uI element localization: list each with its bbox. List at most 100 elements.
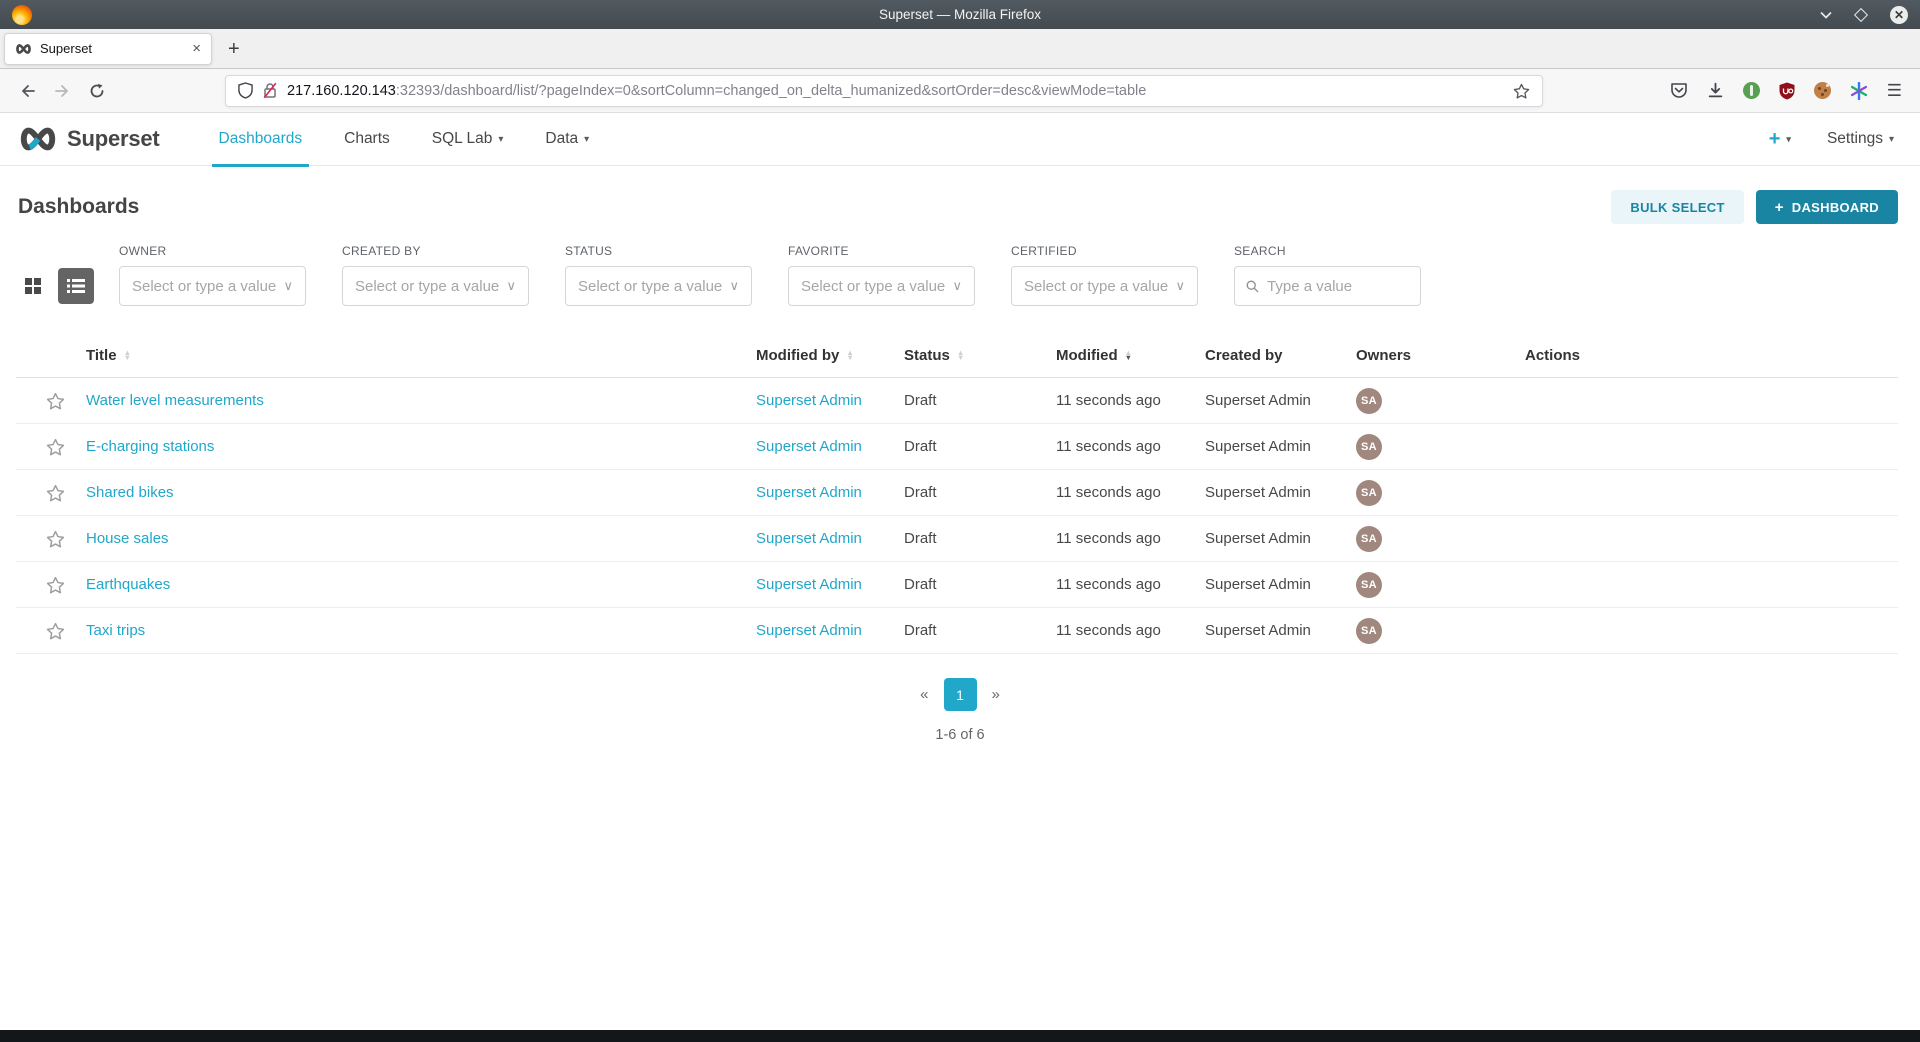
sort-icon: ▲▼ xyxy=(124,351,131,360)
chevron-down-icon: ∨ xyxy=(506,278,516,294)
page-1-button[interactable]: 1 xyxy=(944,678,977,711)
forward-button-icon[interactable] xyxy=(47,76,77,106)
owner-avatar[interactable]: SA xyxy=(1356,388,1382,414)
colorful-asterisk-extension-icon[interactable] xyxy=(1850,82,1868,100)
window-titlebar: Superset — Mozilla Firefox ✕ xyxy=(0,0,1920,29)
favorite-star-icon[interactable] xyxy=(46,576,65,594)
table-row: Water level measurements Superset Admin … xyxy=(16,378,1898,424)
modified-text: 11 seconds ago xyxy=(1050,438,1199,455)
back-button-icon[interactable] xyxy=(12,76,42,106)
dashboard-title-link[interactable]: Water level measurements xyxy=(86,392,264,409)
bulk-select-button[interactable]: BULK SELECT xyxy=(1611,190,1743,224)
pocket-icon[interactable] xyxy=(1670,82,1688,99)
chevron-down-icon: ∨ xyxy=(729,278,739,294)
owner-avatar[interactable]: SA xyxy=(1356,434,1382,460)
status-text: Draft xyxy=(898,622,1050,639)
dashboard-title-link[interactable]: Shared bikes xyxy=(86,484,174,501)
modified-by-link[interactable]: Superset Admin xyxy=(756,530,862,547)
modified-text: 11 seconds ago xyxy=(1050,622,1199,639)
cookie-extension-icon[interactable] xyxy=(1814,82,1831,99)
settings-menu-button[interactable]: Settings ▾ xyxy=(1827,130,1894,148)
prev-page-button[interactable]: « xyxy=(920,686,928,703)
reload-button-icon[interactable] xyxy=(82,76,112,106)
nav-item-charts[interactable]: Charts xyxy=(323,113,411,166)
dashboard-title-link[interactable]: House sales xyxy=(86,530,169,547)
status-text: Draft xyxy=(898,576,1050,593)
card-view-toggle[interactable] xyxy=(18,271,48,301)
dashboard-title-link[interactable]: Earthquakes xyxy=(86,576,170,593)
window-minimize-icon[interactable] xyxy=(1820,11,1832,19)
downloads-icon[interactable] xyxy=(1707,82,1724,99)
url-text: 217.160.120.143:32393/dashboard/list/?pa… xyxy=(287,83,1146,99)
created-by-text: Superset Admin xyxy=(1199,530,1350,547)
search-input[interactable] xyxy=(1267,278,1409,295)
grid-icon xyxy=(25,278,41,294)
nav-item-sql-lab[interactable]: SQL Lab ▾ xyxy=(411,113,525,166)
modified-by-link[interactable]: Superset Admin xyxy=(756,576,862,593)
caret-down-icon: ▾ xyxy=(1786,134,1791,145)
favorite-star-icon[interactable] xyxy=(46,530,65,548)
superset-navbar: Superset Dashboards Charts SQL Lab ▾ Dat… xyxy=(0,113,1920,166)
list-view-toggle[interactable] xyxy=(58,268,94,304)
created-by-text: Superset Admin xyxy=(1199,576,1350,593)
ublock-origin-icon[interactable] xyxy=(1779,82,1795,100)
modified-by-link[interactable]: Superset Admin xyxy=(756,622,862,639)
brand-name: Superset xyxy=(67,126,160,152)
modified-by-link[interactable]: Superset Admin xyxy=(756,484,862,501)
new-tab-button[interactable]: + xyxy=(228,39,240,59)
chevron-down-icon: ∨ xyxy=(283,278,293,294)
column-header-modified-by[interactable]: Modified by ▲▼ xyxy=(750,347,898,364)
window-close-icon[interactable]: ✕ xyxy=(1890,6,1908,24)
owner-filter-select[interactable]: Select or type a value ∨ xyxy=(119,266,306,306)
pagination: « 1 » xyxy=(920,678,1000,711)
insecure-lock-icon[interactable] xyxy=(263,82,277,99)
window-title: Superset — Mozilla Firefox xyxy=(0,7,1920,22)
modified-by-link[interactable]: Superset Admin xyxy=(756,438,862,455)
owner-avatar[interactable]: SA xyxy=(1356,618,1382,644)
nav-item-dashboards[interactable]: Dashboards xyxy=(198,113,324,166)
table-row: E-charging stations Superset Admin Draft… xyxy=(16,424,1898,470)
filter-label-certified: CERTIFIED xyxy=(1011,244,1198,258)
column-header-status[interactable]: Status ▲▼ xyxy=(898,347,1050,364)
bookmark-star-icon[interactable] xyxy=(1513,83,1530,99)
owner-avatar[interactable]: SA xyxy=(1356,526,1382,552)
favorite-star-icon[interactable] xyxy=(46,438,65,456)
caret-down-icon: ▾ xyxy=(584,134,589,145)
modified-text: 11 seconds ago xyxy=(1050,484,1199,501)
page-title: Dashboards xyxy=(18,195,139,219)
hamburger-menu-icon[interactable]: ☰ xyxy=(1887,81,1902,101)
browser-toolbar: 217.160.120.143:32393/dashboard/list/?pa… xyxy=(0,69,1920,113)
favorite-star-icon[interactable] xyxy=(46,484,65,502)
owner-avatar[interactable]: SA xyxy=(1356,572,1382,598)
new-dashboard-button[interactable]: + DASHBOARD xyxy=(1756,190,1898,224)
url-bar[interactable]: 217.160.120.143:32393/dashboard/list/?pa… xyxy=(225,75,1543,107)
created-by-filter-select[interactable]: Select or type a value ∨ xyxy=(342,266,529,306)
browser-tab-superset[interactable]: Superset × xyxy=(4,33,212,65)
tab-close-icon[interactable]: × xyxy=(192,41,201,56)
superset-favicon-icon xyxy=(15,43,32,55)
superset-brand[interactable]: Superset xyxy=(18,125,160,153)
table-row: House sales Superset Admin Draft 11 seco… xyxy=(16,516,1898,562)
modified-by-link[interactable]: Superset Admin xyxy=(756,392,862,409)
status-filter-select[interactable]: Select or type a value ∨ xyxy=(565,266,752,306)
window-maximize-icon[interactable] xyxy=(1854,7,1868,21)
privacy-extension-icon[interactable] xyxy=(1743,82,1760,99)
column-header-title[interactable]: Title ▲▼ xyxy=(80,347,750,364)
favorite-star-icon[interactable] xyxy=(46,622,65,640)
certified-filter-select[interactable]: Select or type a value ∨ xyxy=(1011,266,1198,306)
nav-item-data[interactable]: Data ▾ xyxy=(524,113,610,166)
table-header-row: Title ▲▼ Modified by ▲▼ Status ▲▼ Modifi… xyxy=(16,334,1898,378)
dashboard-title-link[interactable]: E-charging stations xyxy=(86,438,214,455)
dashboard-title-link[interactable]: Taxi trips xyxy=(86,622,145,639)
tracking-shield-icon[interactable] xyxy=(238,82,253,99)
favorite-star-icon[interactable] xyxy=(46,392,65,410)
column-header-modified[interactable]: Modified ▲▼ xyxy=(1050,347,1199,364)
owner-avatar[interactable]: SA xyxy=(1356,480,1382,506)
next-page-button[interactable]: » xyxy=(992,686,1000,703)
created-by-text: Superset Admin xyxy=(1199,392,1350,409)
search-box xyxy=(1234,266,1421,306)
new-item-menu-button[interactable]: + ▾ xyxy=(1769,128,1791,151)
superset-logo-icon xyxy=(18,125,58,153)
favorite-filter-select[interactable]: Select or type a value ∨ xyxy=(788,266,975,306)
status-text: Draft xyxy=(898,530,1050,547)
